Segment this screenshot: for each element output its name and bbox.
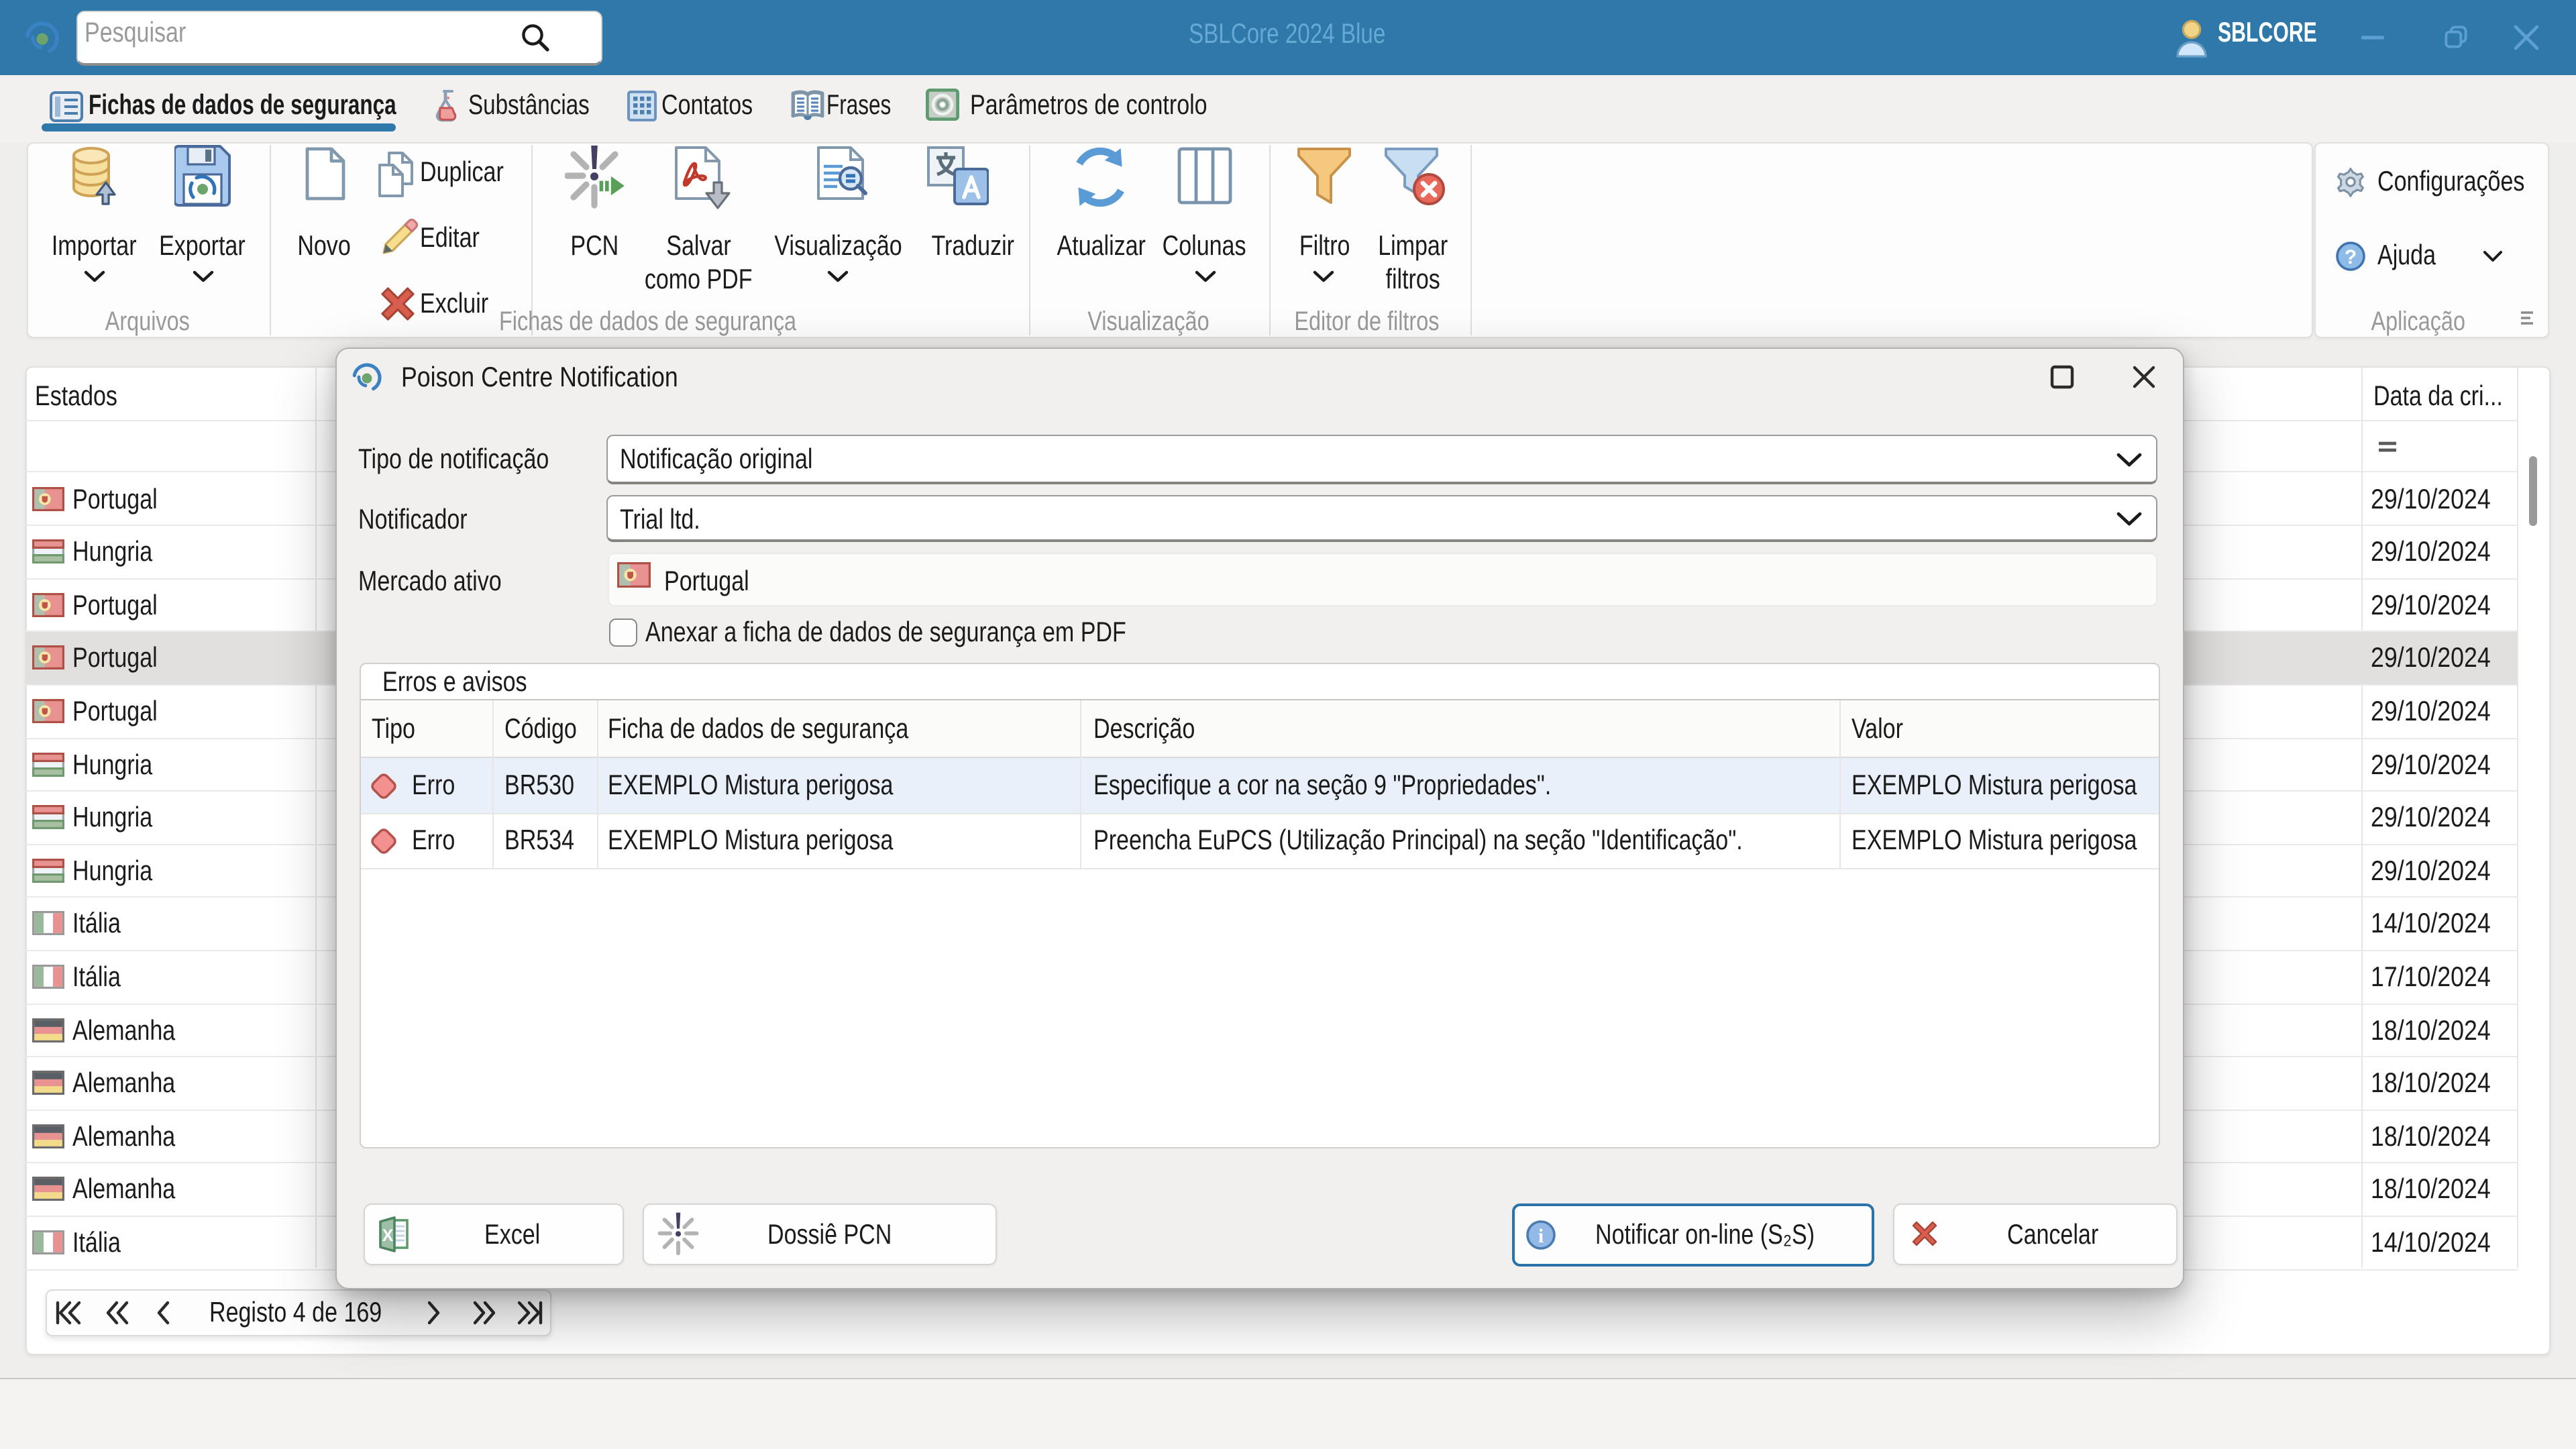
svg-text:i: i xyxy=(1538,1225,1544,1247)
svg-text:?: ? xyxy=(2345,246,2357,268)
svg-text:X: X xyxy=(382,1226,394,1245)
